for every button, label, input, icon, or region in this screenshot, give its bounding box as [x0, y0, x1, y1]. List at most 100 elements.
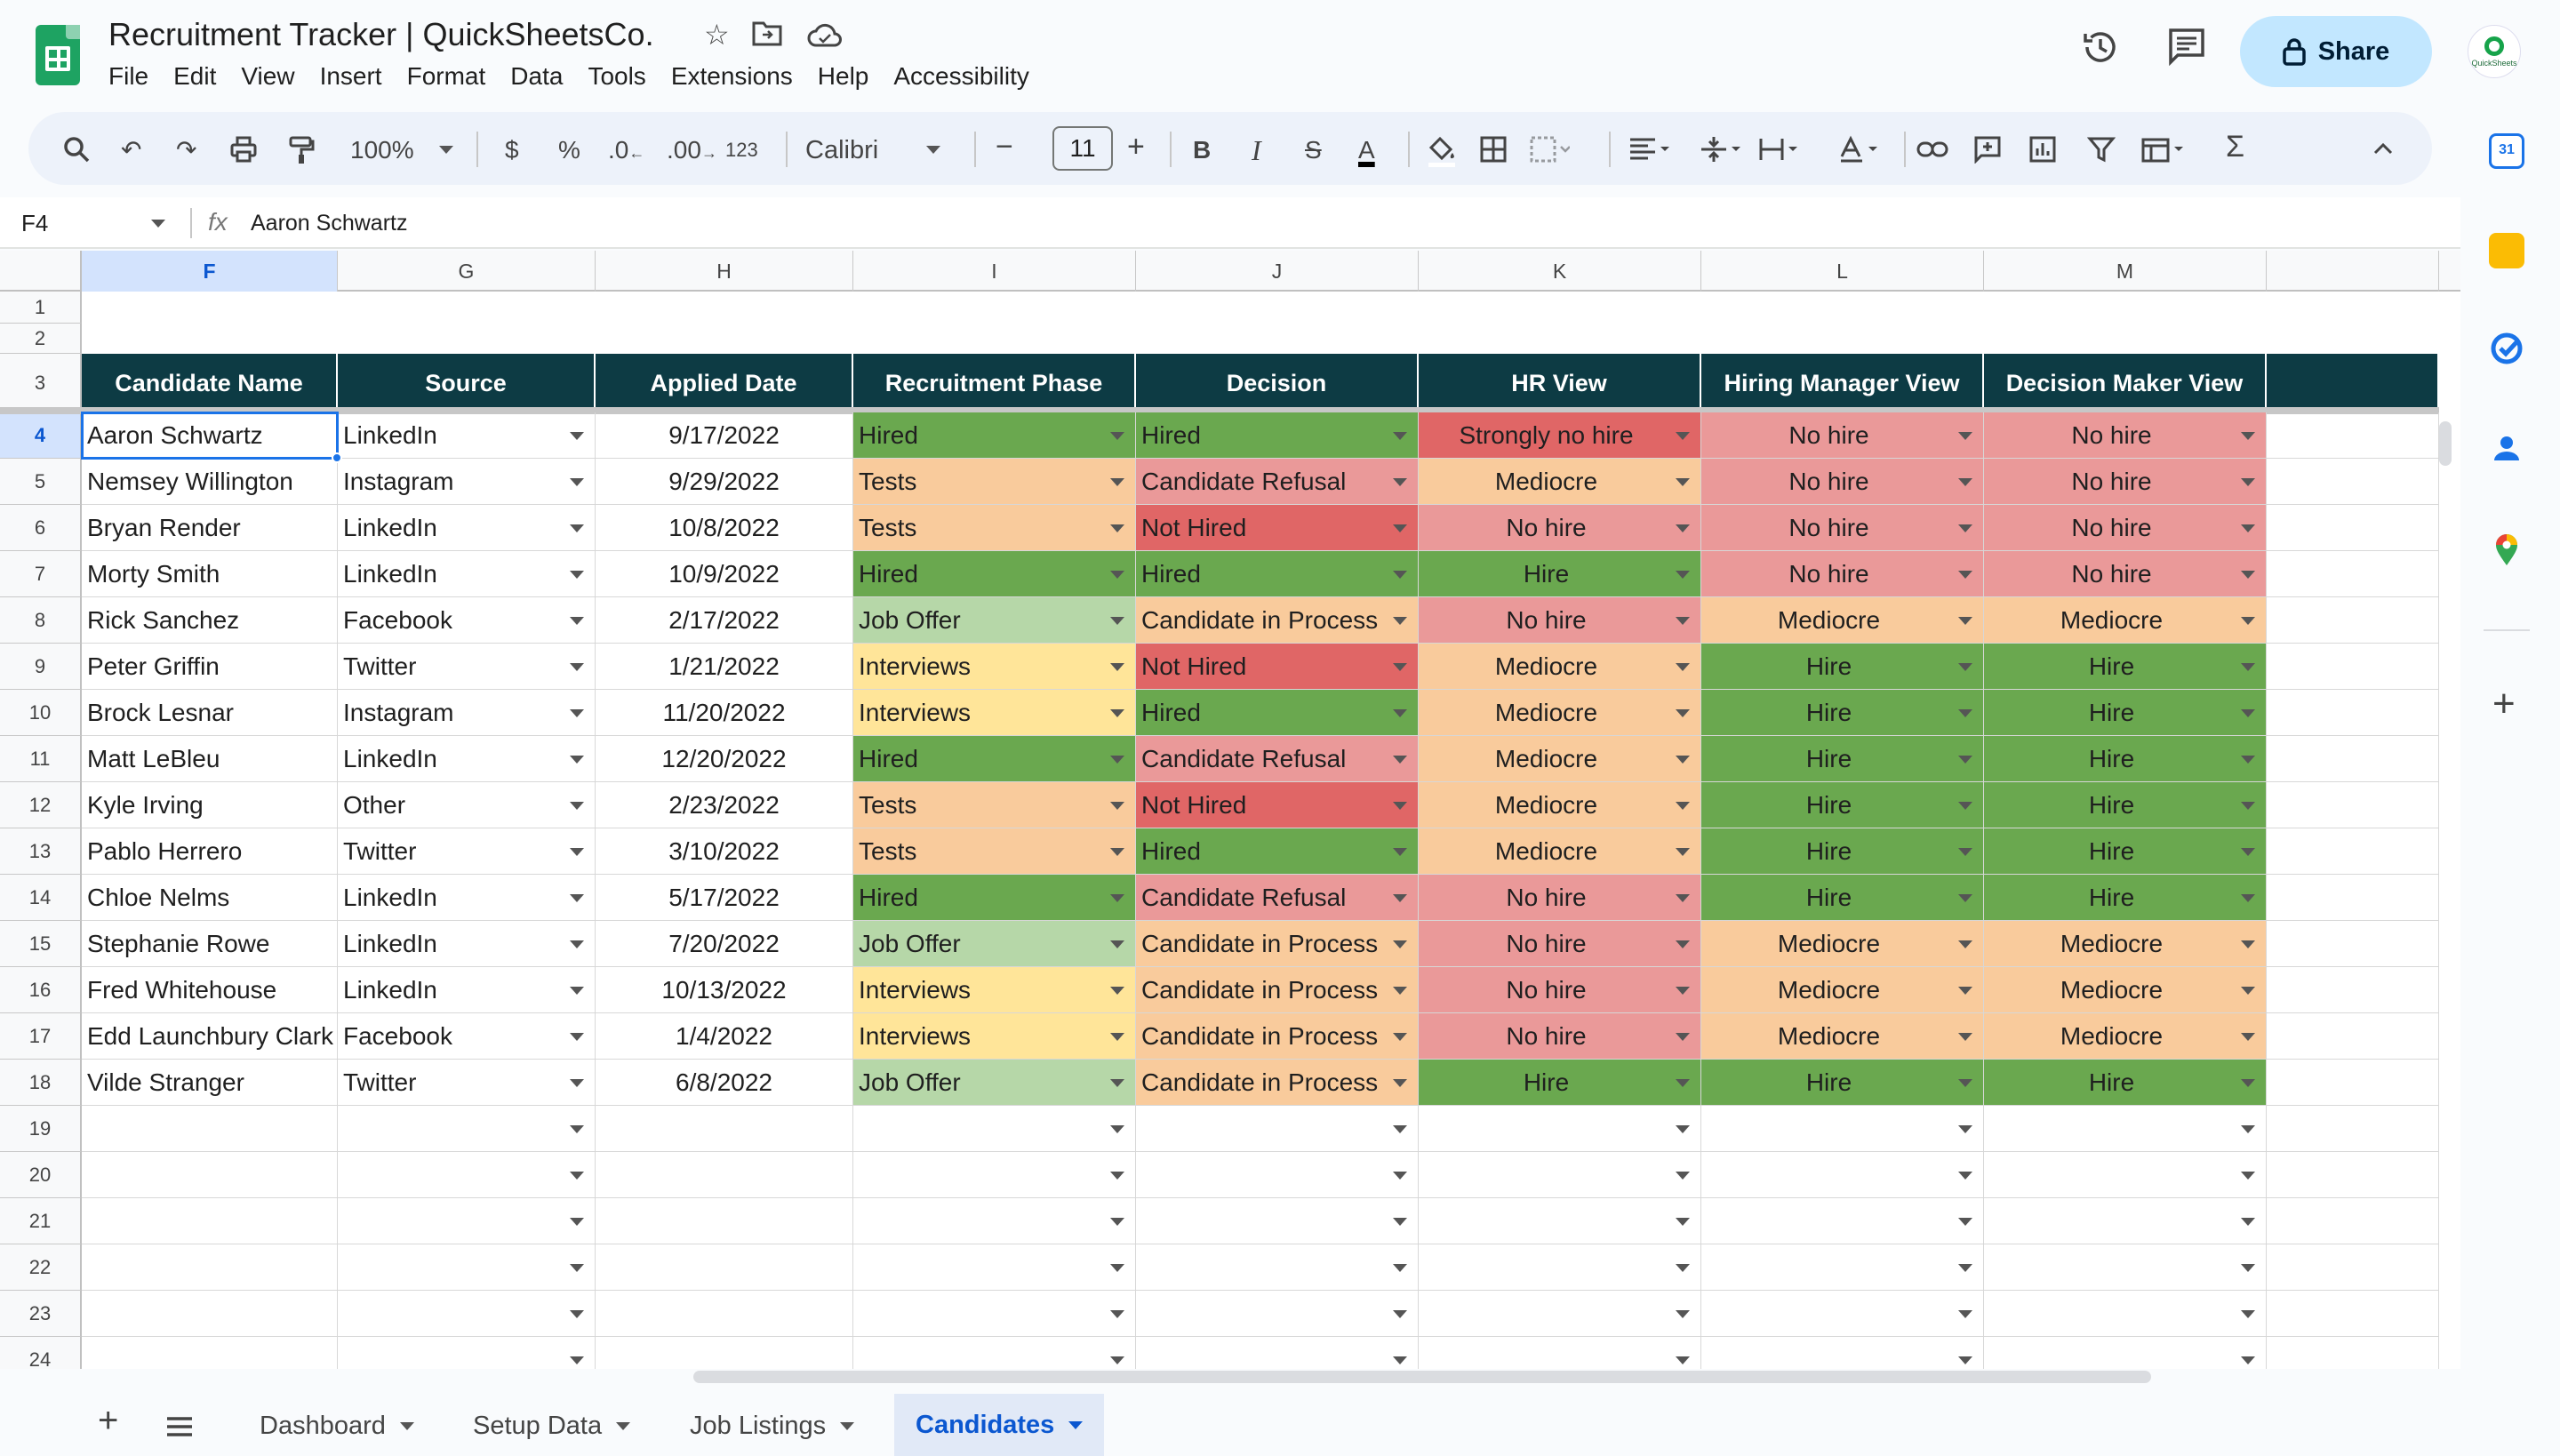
dropdown-chevron-icon[interactable] — [1958, 617, 1972, 625]
dropdown-cell[interactable]: No hire — [1419, 1013, 1701, 1060]
dropdown-cell[interactable]: Hire — [1419, 1060, 1701, 1106]
column-title-cell[interactable]: Applied Date — [596, 354, 853, 412]
dropdown-cell[interactable] — [338, 1152, 596, 1198]
select-all-corner[interactable] — [0, 251, 82, 292]
dropdown-chevron-icon[interactable] — [1958, 663, 1972, 671]
column-header-j[interactable]: J — [1136, 251, 1419, 292]
dropdown-chevron-icon[interactable] — [1676, 1310, 1690, 1318]
dropdown-chevron-icon[interactable] — [2241, 1033, 2255, 1041]
dropdown-chevron-icon[interactable] — [570, 432, 584, 440]
cell[interactable] — [2267, 1060, 2439, 1106]
dropdown-chevron-icon[interactable] — [1676, 709, 1690, 717]
dropdown-cell[interactable]: Hire — [1984, 782, 2267, 828]
cell[interactable]: 6/8/2022 — [596, 1060, 853, 1106]
dropdown-chevron-icon[interactable] — [1958, 478, 1972, 486]
contacts-icon[interactable] — [2489, 430, 2524, 466]
dropdown-cell[interactable]: Hire — [1701, 736, 1984, 782]
dropdown-cell[interactable]: Hired — [853, 551, 1136, 597]
column-header-i[interactable]: I — [853, 251, 1136, 292]
dropdown-cell[interactable] — [1701, 1106, 1984, 1152]
dropdown-cell[interactable] — [1984, 1291, 2267, 1337]
dropdown-cell[interactable]: Candidate in Process — [1136, 967, 1419, 1013]
dropdown-cell[interactable]: Mediocre — [1419, 736, 1701, 782]
row-header-5[interactable]: 5 — [0, 459, 82, 505]
cell[interactable] — [596, 1198, 853, 1244]
cell[interactable]: 9/29/2022 — [596, 459, 853, 505]
dropdown-chevron-icon[interactable] — [1676, 1264, 1690, 1272]
dropdown-cell[interactable] — [1419, 1106, 1701, 1152]
dropdown-chevron-icon[interactable] — [1110, 663, 1124, 671]
dropdown-cell[interactable]: Instagram — [338, 459, 596, 505]
row-header-2[interactable]: 2 — [0, 324, 82, 354]
dropdown-cell[interactable]: Hire — [1984, 736, 2267, 782]
dropdown-chevron-icon[interactable] — [1393, 478, 1407, 486]
cell[interactable] — [2267, 1198, 2439, 1244]
tab-candidates[interactable]: Candidates — [894, 1394, 1104, 1456]
cell[interactable]: Bryan Render — [82, 505, 338, 551]
dropdown-chevron-icon[interactable] — [1958, 940, 1972, 948]
filter-views-icon[interactable] — [2140, 135, 2187, 171]
dropdown-chevron-icon[interactable] — [2241, 478, 2255, 486]
menu-insert[interactable]: Insert — [320, 62, 382, 98]
column-title-cell[interactable]: Recruitment Phase — [853, 354, 1136, 412]
dropdown-cell[interactable]: Tests — [853, 828, 1136, 875]
dropdown-chevron-icon[interactable] — [1393, 524, 1407, 532]
dropdown-chevron-icon[interactable] — [1393, 894, 1407, 902]
all-sheets-icon[interactable] — [165, 1399, 194, 1452]
cell[interactable]: Edd Launchbury Clark — [82, 1013, 338, 1060]
dropdown-chevron-icon[interactable] — [1393, 987, 1407, 995]
cell[interactable] — [2267, 597, 2439, 644]
dropdown-cell[interactable]: Hire — [1701, 782, 1984, 828]
dropdown-chevron-icon[interactable] — [1393, 940, 1407, 948]
dropdown-chevron-icon[interactable] — [2241, 432, 2255, 440]
dropdown-chevron-icon[interactable] — [2241, 940, 2255, 948]
dropdown-chevron-icon[interactable] — [1676, 524, 1690, 532]
row-header-18[interactable]: 18 — [0, 1060, 82, 1106]
dropdown-chevron-icon[interactable] — [1676, 1125, 1690, 1133]
merge-cells-icon[interactable] — [1529, 135, 1570, 171]
cell[interactable] — [2267, 921, 2439, 967]
column-header-h[interactable]: H — [596, 251, 853, 292]
dropdown-cell[interactable]: Hire — [1701, 644, 1984, 690]
dropdown-chevron-icon[interactable] — [1958, 1033, 1972, 1041]
row-header-24[interactable]: 24 — [0, 1337, 82, 1369]
dropdown-cell[interactable]: No hire — [1984, 412, 2267, 459]
column-header-f[interactable]: F — [82, 251, 338, 292]
dropdown-cell[interactable]: No hire — [1984, 551, 2267, 597]
dropdown-chevron-icon[interactable] — [1958, 524, 1972, 532]
dropdown-cell[interactable] — [1701, 1291, 1984, 1337]
dropdown-chevron-icon[interactable] — [1958, 1125, 1972, 1133]
cell[interactable] — [2267, 1291, 2439, 1337]
cell[interactable] — [2267, 828, 2439, 875]
dropdown-chevron-icon[interactable] — [570, 709, 584, 717]
dropdown-cell[interactable]: Mediocre — [1419, 644, 1701, 690]
dropdown-cell[interactable]: Twitter — [338, 644, 596, 690]
cell[interactable] — [596, 1291, 853, 1337]
cell[interactable]: 10/8/2022 — [596, 505, 853, 551]
dropdown-chevron-icon[interactable] — [1958, 1079, 1972, 1087]
dropdown-chevron-icon[interactable] — [1110, 524, 1124, 532]
dropdown-cell[interactable] — [853, 1198, 1136, 1244]
cell[interactable]: Rick Sanchez — [82, 597, 338, 644]
italic-button[interactable]: I — [1252, 135, 1261, 165]
dropdown-cell[interactable] — [338, 1244, 596, 1291]
row-header-3[interactable]: 3 — [0, 354, 82, 412]
row-header-21[interactable]: 21 — [0, 1198, 82, 1244]
cell[interactable]: 2/17/2022 — [596, 597, 853, 644]
dropdown-cell[interactable]: Mediocre — [1984, 967, 2267, 1013]
collapse-toolbar-icon[interactable] — [2370, 135, 2396, 169]
menu-format[interactable]: Format — [407, 62, 486, 98]
dropdown-cell[interactable]: Hire — [1701, 828, 1984, 875]
dropdown-chevron-icon[interactable] — [1958, 848, 1972, 856]
dropdown-cell[interactable]: Interviews — [853, 967, 1136, 1013]
cell[interactable] — [2267, 875, 2439, 921]
dropdown-cell[interactable] — [1136, 1152, 1419, 1198]
dropdown-chevron-icon[interactable] — [1393, 756, 1407, 764]
row-header-16[interactable]: 16 — [0, 967, 82, 1013]
dropdown-cell[interactable] — [338, 1291, 596, 1337]
dropdown-cell[interactable] — [1136, 1198, 1419, 1244]
dropdown-cell[interactable] — [338, 1337, 596, 1369]
cell[interactable]: Brock Lesnar — [82, 690, 338, 736]
cell[interactable] — [2267, 551, 2439, 597]
cell[interactable] — [2267, 782, 2439, 828]
